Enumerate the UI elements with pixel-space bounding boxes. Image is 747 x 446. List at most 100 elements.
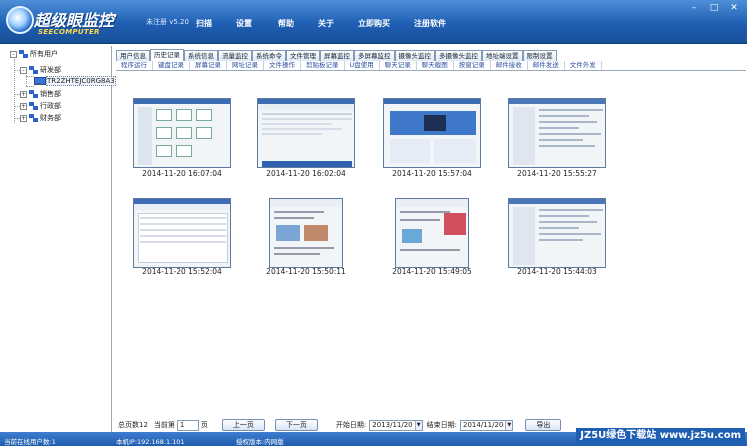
screenshot-timestamp: 2014-11-20 15:57:04: [392, 169, 472, 178]
tree-node-dept[interactable]: + 行政部: [20, 101, 61, 111]
tab-user-info[interactable]: 用户信息: [116, 50, 150, 61]
group-icon: [29, 66, 38, 74]
tab-screen-monitor[interactable]: 屏幕监控: [320, 50, 354, 61]
screenshot-thumbnail[interactable]: [133, 198, 231, 268]
tab-file-manager[interactable]: 文件管理: [286, 50, 320, 61]
subtab-usb[interactable]: U盘使用: [345, 61, 380, 70]
tree-node-dept[interactable]: + 销售部: [20, 89, 61, 99]
subtab-file-ops[interactable]: 文件操作: [264, 61, 301, 70]
computer-icon: [34, 77, 46, 85]
menu-help[interactable]: 帮助: [278, 18, 294, 29]
subtab-screen[interactable]: 屏幕记录: [190, 61, 227, 70]
screenshot-timestamp: 2014-11-20 16:02:04: [266, 169, 346, 178]
start-date-value: 2013/11/20: [372, 420, 413, 429]
group-icon: [29, 90, 38, 98]
subtab-clipboard[interactable]: 剪贴板记录: [301, 61, 345, 70]
tab-traffic[interactable]: 流量监控: [218, 50, 252, 61]
menu-settings[interactable]: 设置: [236, 18, 252, 29]
menu-about[interactable]: 关于: [318, 18, 334, 29]
app-logo: 超级眼监控 SEECOMPUTER: [6, 2, 114, 40]
dropdown-arrow-icon[interactable]: ▼: [505, 420, 513, 430]
screenshot-timestamp: 2014-11-20 16:07:04: [142, 169, 222, 178]
start-date-picker[interactable]: 2013/11/20 ▼: [369, 419, 423, 431]
subtab-file-outbound[interactable]: 文件外发: [565, 61, 602, 70]
sub-tabs: 程序运行 键盘记录 屏幕记录 网址记录 文件操作 剪贴板记录 U盘使用 聊天记录…: [116, 61, 746, 71]
screenshot-thumbnail[interactable]: [395, 198, 469, 268]
page-suffix: 页: [200, 421, 208, 429]
tab-client-settings[interactable]: 地址端设置: [482, 50, 523, 61]
tree-node-dept[interactable]: + 财务部: [20, 113, 61, 123]
screenshot-thumbnail[interactable]: [508, 198, 606, 268]
screenshot-thumbnail[interactable]: [269, 198, 343, 268]
tree-label: 行政部: [40, 102, 61, 110]
screenshot-thumbnail[interactable]: [133, 98, 231, 168]
total-pages-label: 总页数12: [118, 421, 148, 429]
next-page-button[interactable]: 下一页: [274, 419, 318, 431]
eye-logo-icon: [6, 6, 34, 34]
tree-node-dept[interactable]: - 研发部: [20, 65, 61, 75]
close-button[interactable]: ✕: [725, 2, 743, 15]
subtab-chat[interactable]: 聊天记录: [380, 61, 417, 70]
dropdown-arrow-icon[interactable]: ▼: [414, 420, 422, 430]
tree-node-computer[interactable]: TR2ZHTEJC0RG8A3: [34, 76, 116, 86]
end-date-label: 结束日期:: [426, 421, 457, 429]
tab-multi-camera[interactable]: 多摄像头监控: [435, 50, 482, 61]
screenshot-grid: 2014-11-20 16:07:04 2014-11-20 16:02:04 …: [116, 72, 747, 412]
tree-label: TR2ZHTEJC0RG8A3: [46, 76, 116, 86]
current-page-label: 当前第: [153, 421, 175, 429]
screenshot-thumbnail[interactable]: [257, 98, 355, 168]
end-date-value: 2014/11/20: [463, 420, 504, 429]
minimize-button[interactable]: –: [685, 2, 703, 15]
tab-multi-screen[interactable]: 多屏幕监控: [354, 50, 395, 61]
expand-icon[interactable]: +: [20, 114, 27, 122]
subtab-chat-screenshots[interactable]: 聊天截图: [417, 61, 454, 70]
tab-camera[interactable]: 摄像头监控: [394, 50, 435, 61]
online-users-count: 当前在线用户数:1: [4, 438, 56, 446]
group-icon: [19, 50, 28, 58]
main-tabs: 用户信息 历史记录 系统信息 流量监控 系统命令 文件管理 屏幕监控 多屏幕监控…: [116, 49, 557, 61]
subtab-keyboard[interactable]: 键盘记录: [153, 61, 190, 70]
logo-subtitle: SEECOMPUTER: [38, 28, 100, 36]
screenshot-timestamp: 2014-11-20 15:52:04: [142, 267, 222, 276]
screenshot-thumbnail[interactable]: [508, 98, 606, 168]
page-number-input[interactable]: 1: [176, 419, 199, 431]
tree-label: 财务部: [40, 114, 61, 122]
tree-node-root[interactable]: - 所有用户: [10, 49, 58, 59]
tab-restrictions[interactable]: 限制设置: [522, 50, 557, 61]
group-icon: [29, 102, 38, 110]
tab-system-command[interactable]: 系统命令: [252, 50, 286, 61]
collapse-icon[interactable]: -: [10, 50, 17, 58]
export-button[interactable]: 导出: [525, 419, 562, 431]
menu-scan[interactable]: 扫描: [196, 18, 212, 29]
screenshot-timestamp: 2014-11-20 15:44:03: [517, 267, 597, 276]
license-edition: 授权版本:内网版: [236, 438, 284, 446]
subtab-mail-in[interactable]: 邮件接收: [491, 61, 528, 70]
prev-page-button[interactable]: 上一页: [221, 419, 265, 431]
site-watermark: JZ5U绿色下载站 www.jz5u.com: [576, 428, 745, 444]
version-label: 未注册 v5.20: [146, 18, 189, 26]
tree-label: 研发部: [40, 66, 61, 74]
screenshot-thumbnail[interactable]: [383, 98, 481, 168]
menu-buy-now[interactable]: 立即购买: [358, 18, 390, 29]
expand-icon[interactable]: +: [20, 90, 27, 98]
maximize-button[interactable]: □: [705, 2, 723, 15]
group-icon: [29, 114, 38, 122]
screenshot-timestamp: 2014-11-20 15:49:05: [392, 267, 472, 276]
tree-label: 所有用户: [30, 50, 58, 58]
subtab-window-records[interactable]: 按窗记录: [454, 61, 491, 70]
subtab-mail-out[interactable]: 邮件发送: [528, 61, 565, 70]
title-bar: 超级眼监控 SEECOMPUTER 未注册 v5.20 扫描 设置 帮助 关于 …: [0, 0, 747, 44]
tab-history[interactable]: 历史记录: [150, 49, 184, 61]
subtab-urls[interactable]: 网址记录: [227, 61, 264, 70]
collapse-icon[interactable]: -: [20, 66, 27, 74]
subtab-programs[interactable]: 程序运行: [116, 61, 153, 70]
end-date-picker[interactable]: 2014/11/20 ▼: [460, 419, 514, 431]
screenshot-timestamp: 2014-11-20 15:55:27: [517, 169, 597, 178]
screenshot-timestamp: 2014-11-20 15:50:11: [266, 267, 346, 276]
menu-register[interactable]: 注册软件: [414, 18, 446, 29]
start-date-label: 开始日期:: [335, 421, 367, 429]
tab-system-info[interactable]: 系统信息: [184, 50, 218, 61]
local-ip: 本机IP:192.168.1.101: [116, 438, 185, 446]
expand-icon[interactable]: +: [20, 102, 27, 110]
user-tree: - 所有用户 - 研发部 TR2ZHTEJC0RG8A3 + 销售部 + 行政部…: [0, 46, 116, 432]
